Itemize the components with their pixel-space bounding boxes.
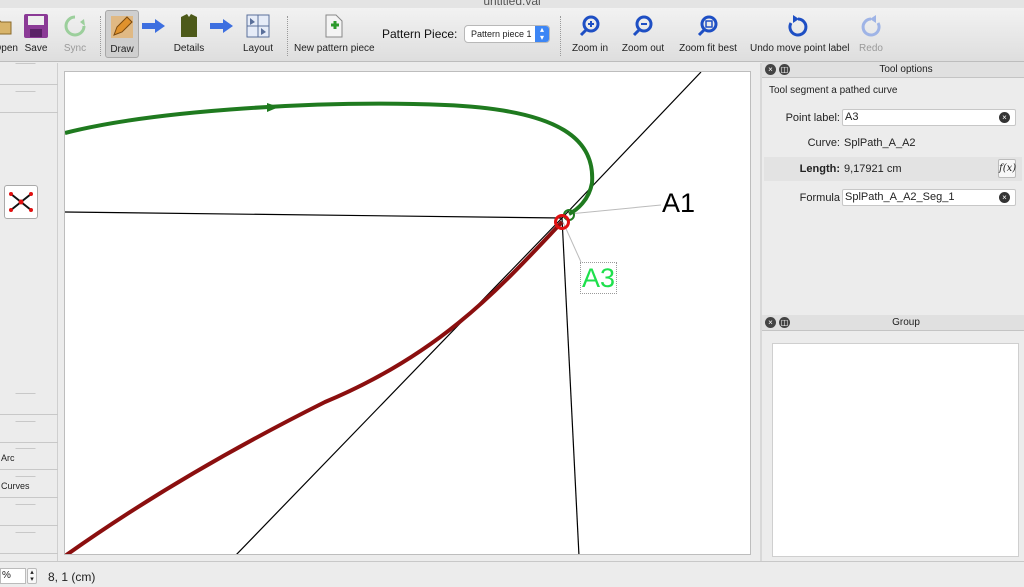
formula-wizard-icon[interactable]: f(x) [998, 159, 1016, 178]
zoom-out-icon [628, 12, 658, 40]
length-key: Length: [799, 163, 840, 175]
segment-curve-tool-button[interactable] [4, 185, 38, 219]
redo-icon [856, 12, 886, 40]
group-header: × ◫ Group [762, 315, 1024, 331]
close-panel-icon[interactable]: × [765, 317, 776, 328]
group-title: Group [892, 317, 920, 328]
point-label-a1[interactable]: A1 [662, 188, 695, 219]
tool-options-title: Tool options [879, 64, 933, 75]
tool-options-panel: Tool segment a pathed curve Point label:… [764, 80, 1022, 310]
select-chevron-icon: ▴ ▾ [535, 26, 549, 42]
sync-button[interactable]: Sync [58, 10, 92, 58]
layout-icon [243, 12, 273, 40]
zoom-out-button[interactable]: Zoom out [620, 10, 666, 58]
tools-panel: Arc Curves [0, 63, 58, 561]
undo-icon [783, 12, 813, 40]
sync-icon [60, 12, 90, 40]
zoom-in-button[interactable]: Zoom in [568, 10, 612, 58]
line-horizontal [65, 211, 563, 219]
tool-group-row[interactable] [0, 421, 58, 443]
toolbar-separator [100, 16, 101, 56]
title-bar: untitled.val [0, 0, 1024, 8]
tool-group-row[interactable] [0, 532, 58, 554]
curve-segment-red [65, 220, 564, 554]
pattern-piece-select[interactable]: Pattern piece 1 ▴ ▾ [464, 25, 550, 43]
point-label-a3[interactable]: A3 [580, 262, 618, 294]
tool-options-tool-title: Tool segment a pathed curve [769, 85, 898, 96]
curve-value: SplPath_A_A2 [844, 137, 916, 149]
layout-mode-button[interactable]: Layout [238, 10, 278, 58]
formula-input[interactable]: SplPath_A_A2_Seg_1 × [842, 189, 1016, 206]
clear-input-icon[interactable]: × [999, 192, 1010, 203]
tool-group-row[interactable] [0, 91, 58, 113]
zoom-fit-best-button[interactable]: Zoom fit best [678, 10, 738, 58]
panel-splitter[interactable] [760, 63, 762, 561]
pencil-icon [107, 13, 137, 41]
point-label-input[interactable]: A3 × [842, 109, 1016, 126]
details-mode-button[interactable]: Details [170, 10, 208, 58]
save-button[interactable]: Save [18, 10, 54, 58]
zoom-in-icon [575, 12, 605, 40]
toolbar-separator [287, 16, 288, 56]
point-label-key: Point label: [785, 112, 840, 124]
length-row: Length: 9,17921 cm f(x) [764, 157, 1022, 181]
curve-segment-green [65, 101, 595, 216]
new-pattern-piece-icon [319, 12, 349, 40]
new-pattern-piece-button[interactable]: New pattern piece [294, 10, 375, 58]
open-button[interactable]: Open [0, 10, 18, 58]
toolbar-separator [560, 16, 561, 56]
group-list[interactable] [772, 343, 1019, 557]
zoom-level-input[interactable]: % [0, 568, 26, 584]
line-diagonal-down [236, 217, 563, 554]
curve-key: Curve: [807, 137, 840, 149]
details-garment-icon [174, 12, 204, 40]
curve-direction-arrow [267, 103, 279, 112]
label-leader-a1 [568, 204, 662, 215]
drawing-canvas[interactable]: A1 A3 [64, 71, 751, 555]
length-value: 9,17921 cm [844, 163, 902, 175]
close-panel-icon[interactable]: × [765, 64, 776, 75]
tool-group-row[interactable] [0, 63, 58, 85]
window-title: untitled.val [483, 0, 541, 8]
curve-row: Curve: SplPath_A_A2 [764, 131, 1022, 155]
tool-group-arc[interactable]: Arc [0, 448, 58, 470]
point-label-row: Point label: A3 × [764, 106, 1022, 130]
status-bar: % ▴ ▾ 8, 1 (cm) [0, 561, 1024, 587]
line-vertical [561, 217, 580, 554]
save-disk-icon [21, 12, 51, 40]
formula-key: Formula [799, 192, 840, 204]
redo-button[interactable]: Redo [852, 10, 890, 58]
clear-input-icon[interactable]: × [999, 112, 1010, 123]
tool-group-curves[interactable]: Curves [0, 476, 58, 498]
undo-move-point-label-button[interactable]: Undo move point label [750, 10, 850, 58]
tool-group-row[interactable] [0, 504, 58, 526]
draw-mode-button[interactable]: Draw [105, 10, 139, 58]
main-toolbar: Open Save Sync Draw De [0, 8, 1024, 62]
pattern-piece-label: Pattern Piece: [382, 27, 458, 41]
formula-row: Formula SplPath_A_A2_Seg_1 × [764, 186, 1022, 210]
cursor-coordinates: 8, 1 (cm) [48, 570, 96, 584]
tool-options-header: × ◫ Tool options [762, 62, 1024, 78]
pattern-piece-value: Pattern piece 1 [471, 29, 532, 39]
arrow-details-to-layout-icon [208, 10, 236, 58]
zoom-stepper-icon[interactable]: ▴ ▾ [27, 568, 37, 584]
cross-segment-icon [9, 192, 33, 212]
open-folder-icon [0, 12, 17, 40]
arrow-draw-to-details-icon [140, 10, 168, 58]
zoom-fit-best-icon [693, 12, 723, 40]
tool-group-row[interactable] [0, 393, 58, 415]
